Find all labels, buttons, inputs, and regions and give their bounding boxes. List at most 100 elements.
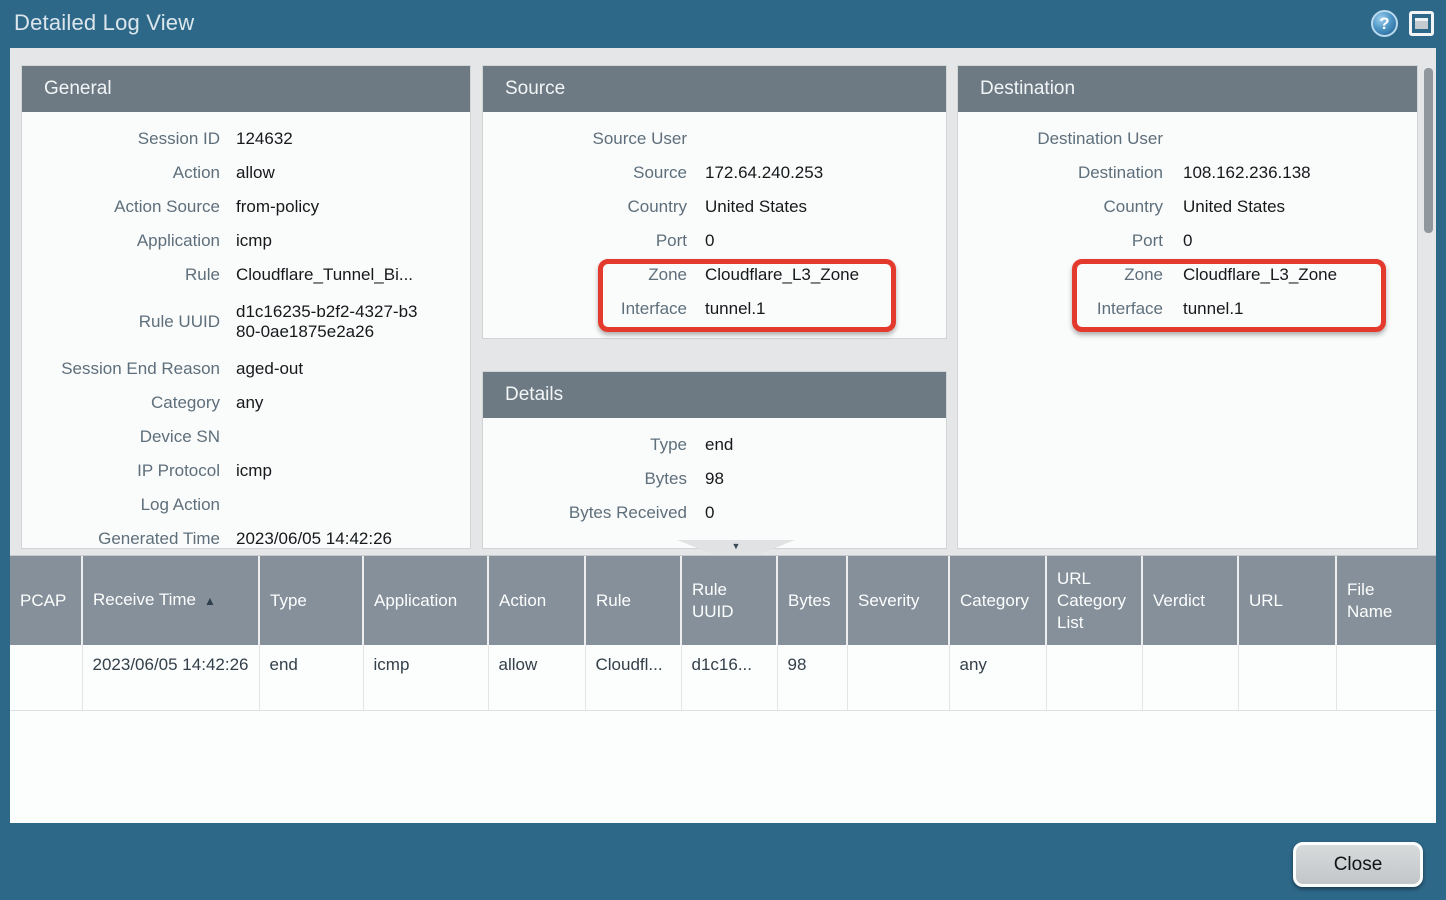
col-header-file-name[interactable]: File Name [1336, 556, 1436, 645]
field-label: Rule UUID [22, 312, 220, 332]
cell-rule-uuid: d1c16... [681, 645, 777, 710]
field-row-type: Type end [483, 428, 946, 462]
cell-application: icmp [363, 645, 488, 710]
field-label: Session End Reason [22, 359, 220, 379]
window-restore-icon-inner [1415, 18, 1428, 29]
field-label: Source User [483, 129, 687, 149]
close-button[interactable]: Close [1293, 842, 1423, 887]
field-value: icmp [236, 461, 272, 481]
field-label: Bytes [483, 469, 687, 489]
field-row-ip-protocol: IP Protocol icmp [22, 454, 470, 488]
field-row-country: Country United States [483, 190, 946, 224]
field-label: Category [22, 393, 220, 413]
field-label: Source [483, 163, 687, 183]
col-header-application[interactable]: Application [363, 556, 488, 645]
field-value: 172.64.240.253 [705, 163, 823, 183]
cell-url-category-list [1046, 645, 1142, 710]
field-label: Zone [483, 265, 687, 285]
field-value: d1c16235-b2f2-4327-b380-0ae1875e2a26 [236, 302, 421, 342]
col-header-receive-time[interactable]: Receive Time ▲ [82, 556, 259, 645]
field-value: 0 [705, 231, 714, 251]
field-value: 0 [1183, 231, 1192, 251]
help-icon[interactable]: ? [1371, 10, 1398, 37]
field-label: Session ID [22, 129, 220, 149]
field-label: IP Protocol [22, 461, 220, 481]
field-value: 108.162.236.138 [1183, 163, 1311, 183]
field-row-bytes: Bytes 98 [483, 462, 946, 496]
col-header-url-category-list[interactable]: URL Category List [1046, 556, 1142, 645]
source-panel-header: Source [483, 66, 946, 112]
field-label: Zone [958, 265, 1163, 285]
field-label: Port [483, 231, 687, 251]
window-restore-icon[interactable] [1409, 11, 1434, 36]
field-value: 0 [705, 503, 714, 523]
field-row-application: Application icmp [22, 224, 470, 258]
detailed-log-view-dialog: Detailed Log View ? General Session ID 1… [0, 0, 1446, 900]
cell-type: end [259, 645, 363, 710]
field-row-destination: Destination 108.162.236.138 [958, 156, 1417, 190]
field-row-rule-uuid: Rule UUID d1c16235-b2f2-4327-b380-0ae187… [22, 292, 470, 352]
dialog-content: General Session ID 124632 Action allow A… [10, 48, 1436, 823]
field-value: United States [1183, 197, 1285, 217]
field-row-port: Port 0 [958, 224, 1417, 258]
field-value: 2023/06/05 14:42:26 [236, 529, 392, 548]
col-header-severity[interactable]: Severity [847, 556, 949, 645]
destination-panel-header: Destination [958, 66, 1417, 112]
field-label: Destination [958, 163, 1163, 183]
log-table-row[interactable]: 2023/06/05 14:42:26 end icmp allow Cloud… [10, 645, 1436, 710]
destination-panel: Destination Destination User Destination… [958, 66, 1417, 548]
col-header-rule-uuid[interactable]: Rule UUID [681, 556, 777, 645]
field-label: Application [22, 231, 220, 251]
cell-category: any [949, 645, 1046, 710]
field-value: end [705, 435, 733, 455]
details-panel-header: Details [483, 372, 946, 418]
field-row-source: Source 172.64.240.253 [483, 156, 946, 190]
field-label: Country [958, 197, 1163, 217]
field-row-destination-user: Destination User [958, 122, 1417, 156]
field-value: 124632 [236, 129, 293, 149]
field-row-source-user: Source User [483, 122, 946, 156]
general-panel-header: General [22, 66, 470, 112]
col-header-url[interactable]: URL [1238, 556, 1336, 645]
field-value: Cloudflare_L3_Zone [705, 265, 859, 285]
field-value: United States [705, 197, 807, 217]
col-header-label: Receive Time [93, 590, 196, 609]
field-label: Generated Time [22, 529, 220, 548]
title-bar-icons: ? [1371, 10, 1434, 37]
cell-url [1238, 645, 1336, 710]
field-value: 98 [705, 469, 724, 489]
cell-receive-time: 2023/06/05 14:42:26 [82, 645, 259, 710]
col-header-category[interactable]: Category [949, 556, 1046, 645]
sort-asc-icon: ▲ [204, 594, 216, 608]
field-row-country: Country United States [958, 190, 1417, 224]
col-header-rule[interactable]: Rule [585, 556, 681, 645]
field-row-action-source: Action Source from-policy [22, 190, 470, 224]
field-value: Cloudflare_L3_Zone [1183, 265, 1337, 285]
vertical-scrollbar[interactable] [1424, 68, 1433, 233]
field-row-interface: Interface tunnel.1 [958, 292, 1417, 326]
field-row-bytes-received: Bytes Received 0 [483, 496, 946, 530]
col-header-pcap[interactable]: PCAP [10, 556, 82, 645]
col-header-action[interactable]: Action [488, 556, 585, 645]
field-row-action: Action allow [22, 156, 470, 190]
field-label: Action [22, 163, 220, 183]
field-label: Type [483, 435, 687, 455]
field-label: Port [958, 231, 1163, 251]
field-value: tunnel.1 [705, 299, 766, 319]
field-label: Destination User [958, 129, 1163, 149]
field-label: Rule [22, 265, 220, 285]
field-row-session-end-reason: Session End Reason aged-out [22, 352, 470, 386]
chevron-down-icon: ▼ [677, 540, 795, 553]
field-value: Cloudflare_Tunnel_Bi... [236, 265, 413, 285]
cell-bytes: 98 [777, 645, 847, 710]
field-label: Interface [958, 299, 1163, 319]
field-value: icmp [236, 231, 272, 251]
field-row-generated-time: Generated Time 2023/06/05 14:42:26 [22, 522, 470, 548]
field-row-rule: Rule Cloudflare_Tunnel_Bi... [22, 258, 470, 292]
col-header-bytes[interactable]: Bytes [777, 556, 847, 645]
field-row-session-id: Session ID 124632 [22, 122, 470, 156]
col-header-type[interactable]: Type [259, 556, 363, 645]
field-label: Log Action [22, 495, 220, 515]
page-title: Detailed Log View [14, 0, 194, 48]
col-header-verdict[interactable]: Verdict [1142, 556, 1238, 645]
